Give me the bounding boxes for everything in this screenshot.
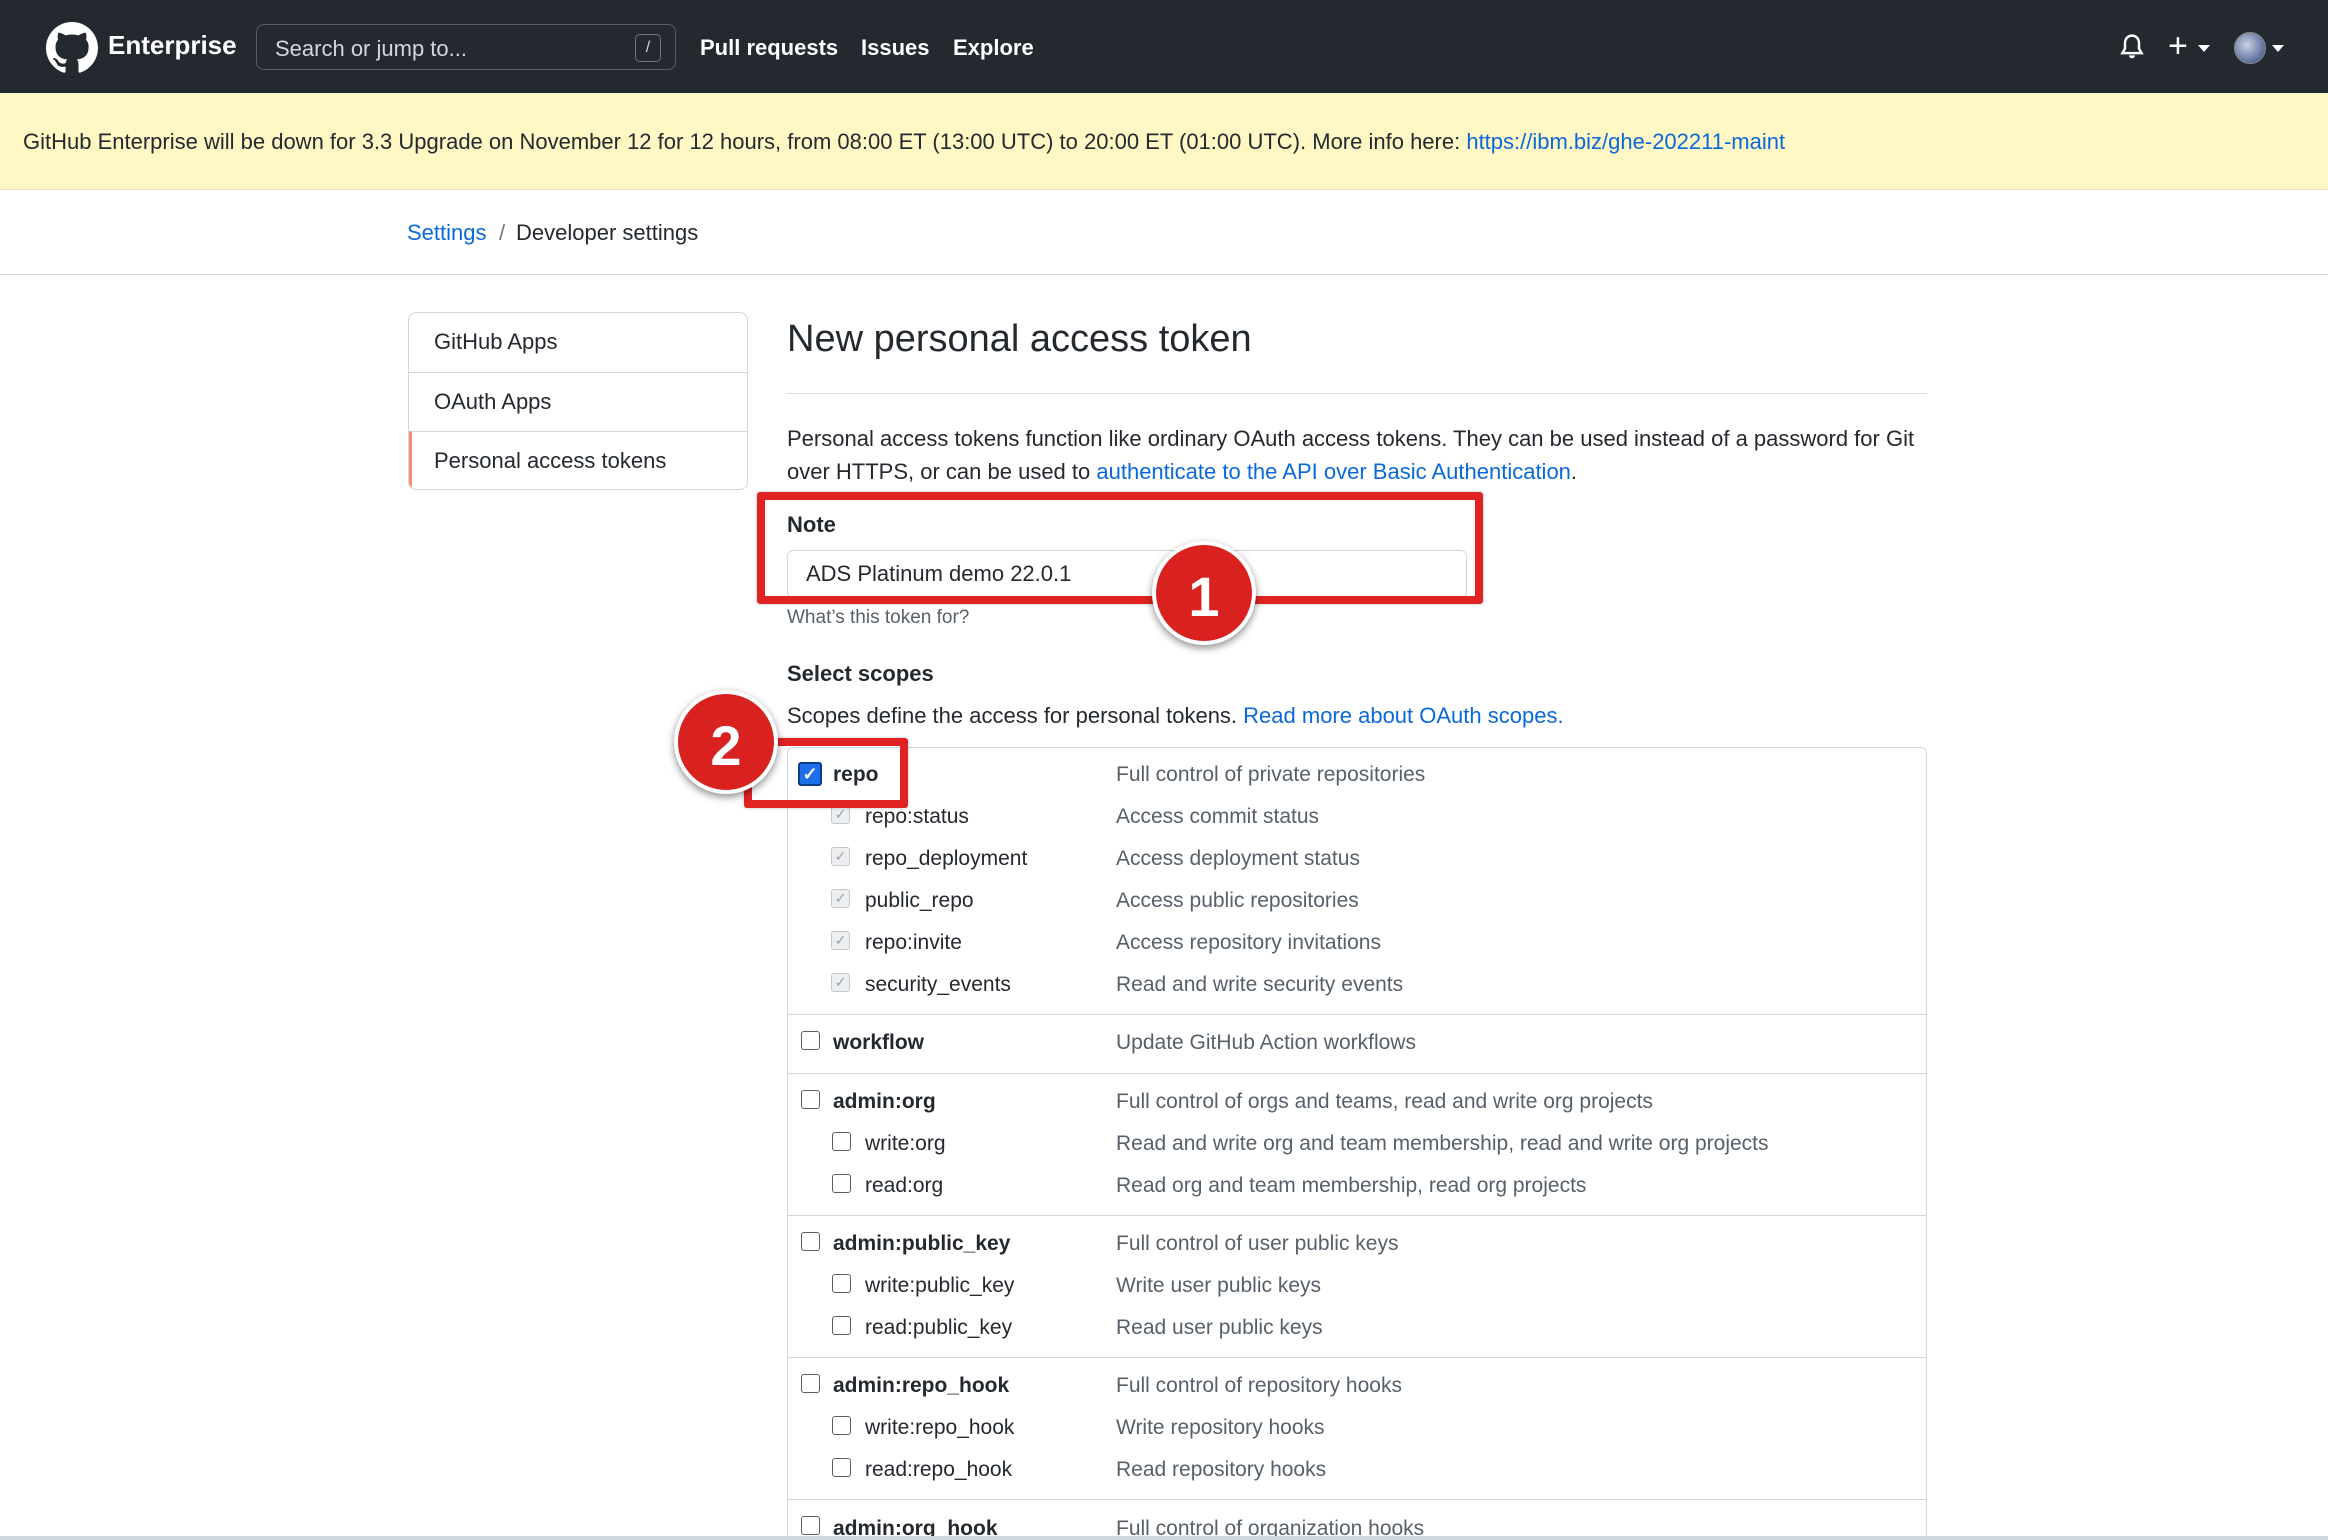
scope-name-repo-invite: repo:invite [865, 931, 962, 954]
read-repo-hook-checkbox[interactable] [832, 1458, 851, 1477]
scope-name-write-public-key: write:public_key [865, 1274, 1015, 1297]
annotation-highlight-note [757, 492, 1483, 604]
scope-desc-security-events: Read and write security events [1116, 973, 1404, 996]
scope-desc-repo: Full control of private repositories [1116, 763, 1426, 786]
scope-name-write-org: write:org [865, 1132, 946, 1155]
breadcrumb-separator: / [499, 220, 506, 245]
admin-repo-hook-checkbox[interactable] [801, 1374, 820, 1393]
admin-org-checkbox[interactable] [801, 1090, 820, 1109]
scope-desc-repo-deployment: Access deployment status [1116, 847, 1360, 870]
developer-settings-sidebar: GitHub Apps OAuth Apps Personal access t… [408, 312, 748, 490]
scope-group-divider [788, 1014, 1926, 1015]
scopes-description: Scopes define the access for personal to… [787, 703, 1564, 729]
workflow-checkbox[interactable] [801, 1031, 820, 1050]
breadcrumb: Settings / Developer settings [0, 190, 2328, 275]
select-scopes-label: Select scopes [787, 661, 934, 686]
user-avatar[interactable] [2234, 32, 2266, 64]
scope-name-read-public-key: read:public_key [865, 1316, 1013, 1339]
scope-name-repo-status: repo:status [865, 805, 969, 828]
github-logo-icon[interactable] [46, 22, 98, 74]
scope-name-admin-public-key: admin:public_key [833, 1232, 1011, 1255]
scope-desc-read-repo-hook: Read repository hooks [1116, 1458, 1327, 1481]
title-divider [787, 393, 1927, 394]
scope-group-divider [788, 1499, 1926, 1500]
scope-desc-admin-public-key: Full control of user public keys [1116, 1232, 1399, 1255]
maintenance-banner: GitHub Enterprise will be down for 3.3 U… [0, 93, 2328, 190]
admin-public-key-checkbox[interactable] [801, 1232, 820, 1251]
sidebar-item-github-apps[interactable]: GitHub Apps [409, 313, 747, 372]
annotation-step-2-badge: 2 [674, 690, 778, 794]
write-public-key-checkbox[interactable] [832, 1274, 851, 1293]
chevron-down-icon[interactable] [2272, 45, 2284, 52]
search-input[interactable]: Search or jump to... / [256, 24, 676, 70]
scope-name-repo-deployment: repo_deployment [865, 847, 1028, 870]
scope-name-public-repo: public_repo [865, 889, 974, 912]
scope-group-divider [788, 1357, 1926, 1358]
brand-name[interactable]: Enterprise [108, 30, 237, 61]
breadcrumb-settings-link[interactable]: Settings [407, 220, 487, 246]
scope-name-security-events: security_events [865, 973, 1011, 996]
scope-name-write-repo-hook: write:repo_hook [865, 1416, 1015, 1439]
oauth-scopes-link[interactable]: Read more about OAuth scopes. [1243, 703, 1563, 728]
scope-desc-read-public-key: Read user public keys [1116, 1316, 1323, 1339]
read-public-key-checkbox[interactable] [832, 1316, 851, 1335]
admin-org-hook-checkbox[interactable] [801, 1516, 820, 1535]
sidebar-item-oauth-apps[interactable]: OAuth Apps [409, 372, 747, 431]
slash-shortcut-key: / [635, 34, 661, 62]
banner-message: GitHub Enterprise will be down for 3.3 U… [23, 129, 1467, 154]
banner-text: GitHub Enterprise will be down for 3.3 U… [23, 129, 1785, 155]
top-navbar: Enterprise Search or jump to... / Pull r… [0, 0, 2328, 93]
nav-explore[interactable]: Explore [953, 35, 1034, 61]
create-new-plus-icon[interactable]: + [2168, 26, 2188, 66]
read-org-checkbox[interactable] [832, 1174, 851, 1193]
nav-issues[interactable]: Issues [861, 35, 930, 61]
write-repo-hook-checkbox[interactable] [832, 1416, 851, 1435]
scope-name-read-repo-hook: read:repo_hook [865, 1458, 1013, 1481]
scope-group-divider [788, 1215, 1926, 1216]
scope-name-admin-org: admin:org [833, 1090, 936, 1113]
annotation-step-1-badge: 1 [1152, 541, 1256, 645]
repo-deployment-checkbox[interactable]: ✓ [831, 847, 850, 866]
scope-name-admin-repo-hook: admin:repo_hook [833, 1374, 1010, 1397]
description-end: . [1570, 459, 1578, 484]
search-placeholder: Search or jump to... [275, 36, 467, 61]
page-title: New personal access token [787, 318, 1252, 360]
nav-pull-requests[interactable]: Pull requests [700, 35, 838, 61]
scope-name-read-org: read:org [865, 1174, 944, 1197]
scope-desc-admin-org: Full control of orgs and teams, read and… [1116, 1090, 1653, 1113]
scope-desc-workflow: Update GitHub Action workflows [1116, 1031, 1416, 1054]
scope-desc-repo-invite: Access repository invitations [1116, 931, 1381, 954]
banner-link[interactable]: https://ibm.biz/ghe-202211-maint [1466, 129, 1785, 154]
sidebar-item-personal-access-tokens[interactable]: Personal access tokens [409, 431, 747, 489]
scope-desc-write-repo-hook: Write repository hooks [1116, 1416, 1325, 1439]
note-hint: What’s this token for? [787, 607, 970, 628]
scope-group-divider [788, 1073, 1926, 1074]
page-description: Personal access tokens function like ord… [787, 422, 1927, 488]
scope-desc-read-org: Read org and team membership, read org p… [1116, 1174, 1587, 1197]
repo-invite-checkbox[interactable]: ✓ [831, 931, 850, 950]
public-repo-checkbox[interactable]: ✓ [831, 889, 850, 908]
bell-icon[interactable] [2118, 32, 2146, 62]
write-org-checkbox[interactable] [832, 1132, 851, 1151]
viewport-bottom-edge [0, 1536, 2328, 1540]
basic-auth-link[interactable]: authenticate to the API over Basic Authe… [1096, 459, 1571, 484]
security-events-checkbox[interactable]: ✓ [831, 973, 850, 992]
chevron-down-icon[interactable] [2198, 45, 2210, 52]
scope-desc-repo-status: Access commit status [1116, 805, 1320, 828]
scope-desc-write-org: Read and write org and team membership, … [1116, 1132, 1769, 1155]
scope-desc-write-public-key: Write user public keys [1116, 1274, 1322, 1297]
scope-desc-public-repo: Access public repositories [1116, 889, 1359, 912]
scopes-description-text: Scopes define the access for personal to… [787, 703, 1244, 728]
breadcrumb-current: Developer settings [516, 220, 699, 245]
scope-name-workflow: workflow [833, 1031, 925, 1054]
scope-desc-admin-repo-hook: Full control of repository hooks [1116, 1374, 1402, 1397]
